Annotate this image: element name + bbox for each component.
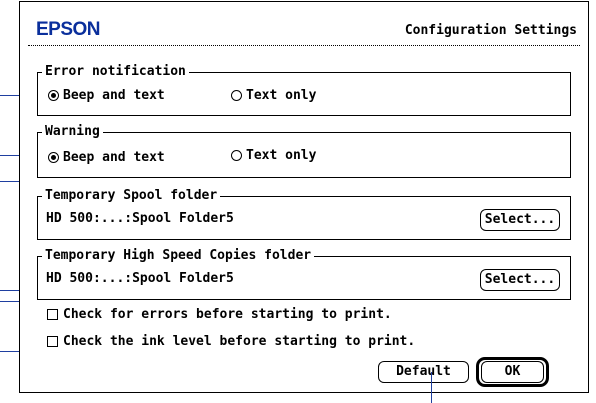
- header-divider: [28, 45, 580, 46]
- check-errors-checkbox[interactable]: Check for errors before starting to prin…: [47, 307, 392, 322]
- radio-selected-icon: [48, 90, 59, 101]
- error-notification-group: Error notification Beep and text Text on…: [37, 64, 571, 116]
- warning-text-only-radio[interactable]: Text only: [231, 148, 316, 163]
- error-beep-and-text-radio[interactable]: Beep and text: [48, 88, 165, 103]
- configuration-dialog: EPSON Configuration Settings Error notif…: [19, 1, 589, 393]
- warning-beep-and-text-radio[interactable]: Beep and text: [48, 150, 165, 165]
- spool-folder-path: HD 500:...:Spool Folder5: [46, 211, 234, 226]
- error-notification-label: Error notification: [42, 64, 189, 80]
- checkbox-unchecked-icon: [47, 309, 58, 320]
- callout-line: [431, 372, 432, 403]
- checkbox-label: Check for errors before starting to prin…: [63, 307, 392, 322]
- dialog-title: Configuration Settings: [404, 23, 577, 38]
- ok-button[interactable]: OK: [481, 361, 544, 383]
- spool-select-button[interactable]: Select...: [480, 209, 560, 231]
- radio-label: Beep and text: [63, 88, 165, 103]
- warning-group: Warning Beep and text Text only: [37, 124, 571, 178]
- ok-button-default-ring: OK: [476, 357, 549, 387]
- radio-label: Beep and text: [63, 150, 165, 165]
- error-text-only-radio[interactable]: Text only: [231, 88, 316, 103]
- checkbox-label: Check the ink level before starting to p…: [63, 334, 416, 349]
- spool-folder-label: Temporary Spool folder: [42, 188, 221, 204]
- spool-folder-group: Temporary Spool folder HD 500:...:Spool …: [37, 188, 571, 240]
- radio-unselected-icon: [231, 150, 242, 161]
- checkbox-unchecked-icon: [47, 336, 58, 347]
- high-speed-folder-path: HD 500:...:Spool Folder5: [46, 271, 234, 286]
- default-button[interactable]: Default: [378, 361, 469, 383]
- check-ink-level-checkbox[interactable]: Check the ink level before starting to p…: [47, 334, 415, 349]
- radio-label: Text only: [246, 148, 317, 163]
- radio-selected-icon: [48, 152, 59, 163]
- radio-unselected-icon: [231, 90, 242, 101]
- warning-label: Warning: [42, 124, 103, 140]
- epson-logo: EPSON: [36, 19, 101, 40]
- high-speed-folder-label: Temporary High Speed Copies folder: [42, 248, 315, 264]
- radio-label: Text only: [246, 88, 317, 103]
- high-speed-select-button[interactable]: Select...: [480, 269, 560, 291]
- high-speed-folder-group: Temporary High Speed Copies folder HD 50…: [37, 248, 571, 300]
